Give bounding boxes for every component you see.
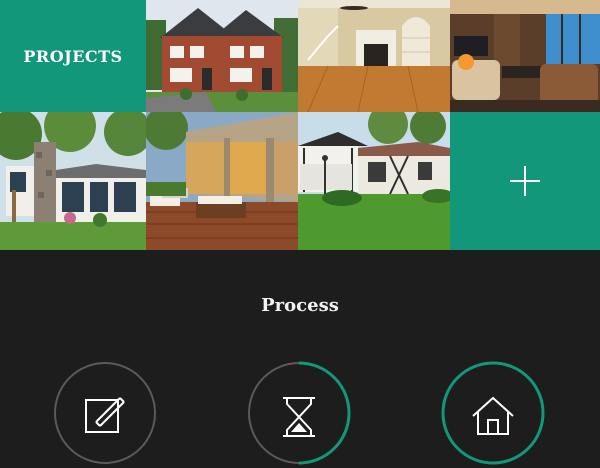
wood-deck-patio-photo[interactable] [146,112,298,250]
step-home[interactable] [438,358,548,468]
projects-grid: PROJECTS [0,0,600,250]
stone-chimney-cottage-photo[interactable] [0,112,146,250]
brick-townhouse-photo[interactable] [146,0,298,112]
projects-label: PROJECTS [23,46,123,66]
step-progress-ring [441,361,545,465]
step-edit[interactable] [50,358,160,468]
luxury-living-room-photo[interactable] [450,0,600,112]
wood-floor-living-room-photo[interactable] [298,0,450,112]
projects-tile[interactable]: PROJECTS [0,0,146,112]
process-section: Process [0,250,600,465]
hourglass-icon [283,397,315,437]
edit-icon [85,397,125,433]
home-icon [472,396,514,435]
process-title: Process [261,295,339,316]
ranch-house-photo[interactable] [298,112,450,250]
plus-icon [507,163,543,199]
step-wait[interactable] [244,358,354,468]
add-project-button[interactable] [450,112,600,250]
